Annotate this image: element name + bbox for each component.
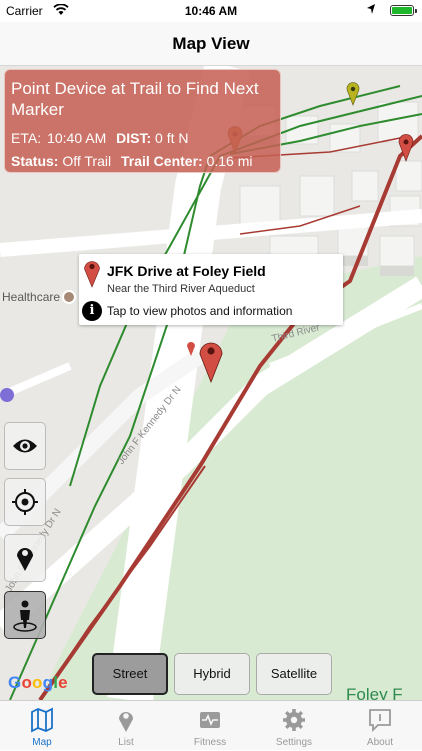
map-type-satellite-button[interactable]: Satellite — [256, 653, 332, 695]
status-label: Status: — [11, 153, 58, 169]
crosshair-icon — [5, 479, 45, 525]
location-arrow-icon — [366, 3, 376, 18]
foley-field-label: Foley F — [346, 685, 403, 700]
tab-map[interactable]: Map — [0, 701, 84, 751]
map-type-street-button[interactable]: Street — [92, 653, 168, 695]
pin-icon — [114, 707, 138, 733]
dist-value: 0 ft N — [155, 130, 188, 146]
callout-subtitle: Near the Third River Aqueduct — [107, 283, 255, 295]
navigation-bar: Map View — [0, 22, 422, 66]
tab-map-label: Map — [0, 737, 84, 748]
info-icon[interactable]: i — [82, 301, 102, 321]
tab-about-label: About — [338, 737, 422, 748]
status-row: Status: Off Trail Trail Center: 0.16 mi — [11, 153, 259, 169]
status-value: Off Trail — [62, 153, 111, 169]
healthcare-label: Healthcare — [2, 290, 60, 304]
eta-label: ETA: — [11, 130, 41, 146]
heartbeat-icon — [198, 707, 222, 733]
trail-marker-yellow-icon[interactable] — [346, 82, 360, 106]
trail-center-value: 0.16 mi — [207, 153, 253, 169]
callout-info-text[interactable]: Tap to view photos and information — [107, 304, 292, 318]
small-marker-icon[interactable] — [186, 339, 196, 357]
hiker-mode-button[interactable] — [4, 591, 46, 639]
google-logo: Google — [8, 673, 68, 693]
visibility-button[interactable] — [4, 422, 46, 470]
info-panel-title: Point Device at Trail to Find Next Marke… — [11, 78, 271, 120]
dist-label: DIST: — [116, 130, 151, 146]
tab-settings-label: Settings — [252, 737, 336, 748]
eta-dist-row: ETA: 10:40 AM DIST: 0 ft N — [11, 130, 194, 146]
map-pin-icon — [5, 535, 45, 581]
locate-me-button[interactable] — [4, 478, 46, 526]
tab-settings[interactable]: Settings — [252, 701, 336, 751]
eye-icon — [5, 423, 45, 469]
map-type-hybrid-button[interactable]: Hybrid — [174, 653, 250, 695]
trail-marker-red-icon[interactable] — [398, 134, 414, 162]
tab-about[interactable]: About — [338, 701, 422, 751]
status-bar: Carrier 10:46 AM — [0, 0, 422, 22]
trail-info-panel: Point Device at Trail to Find Next Marke… — [4, 69, 281, 173]
trail-center-label: Trail Center: — [121, 153, 203, 169]
markers-button[interactable] — [4, 534, 46, 582]
marker-callout[interactable]: JFK Drive at Foley Field Near the Third … — [79, 254, 343, 325]
tab-list-label: List — [84, 737, 168, 748]
page-title: Map View — [0, 34, 422, 54]
tab-fitness[interactable]: Fitness — [168, 701, 252, 751]
eta-value: 10:40 AM — [47, 130, 106, 146]
healthcare-poi-icon[interactable] — [62, 290, 76, 304]
clock: 10:46 AM — [0, 4, 422, 18]
battery-icon — [390, 5, 414, 16]
speech-bubble-icon — [368, 707, 392, 733]
callout-pin-icon — [83, 258, 101, 288]
person-icon — [5, 592, 45, 638]
tab-fitness-label: Fitness — [168, 737, 252, 748]
callout-title: JFK Drive at Foley Field — [107, 263, 266, 279]
shopping-poi-icon[interactable] — [0, 388, 14, 402]
gear-icon — [282, 707, 306, 733]
tab-bar: Map List Fitness Settings About — [0, 700, 422, 750]
map-icon — [30, 707, 54, 733]
tab-list[interactable]: List — [84, 701, 168, 751]
selected-marker-icon[interactable] — [198, 339, 224, 383]
